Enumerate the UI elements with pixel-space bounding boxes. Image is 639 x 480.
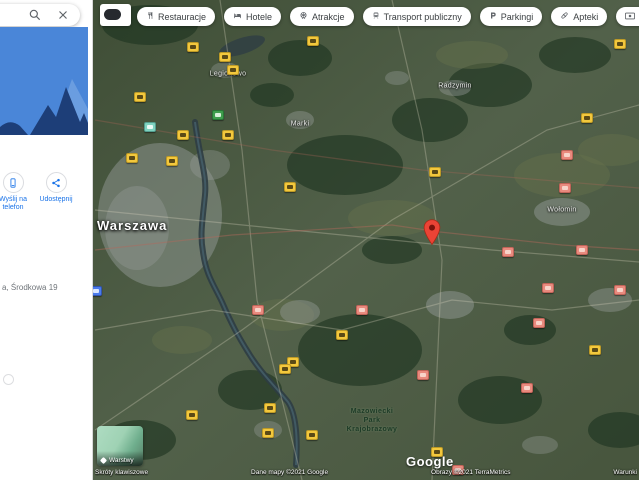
map-marker-yellow[interactable]	[166, 156, 178, 166]
map-marker-red[interactable]	[356, 305, 368, 315]
map-inset-toggle-glyph	[104, 9, 121, 20]
layers-icon	[99, 456, 108, 465]
attribution-item[interactable]: Skróty klawiszowe	[95, 469, 148, 476]
selected-place-pin-icon[interactable]	[423, 219, 441, 246]
send-to-phone-icon	[10, 177, 16, 188]
share-icon	[52, 178, 60, 187]
map-marker-yellow[interactable]	[134, 92, 146, 102]
city-label-warszawa: Warszawa	[97, 218, 168, 233]
town-label: Wołomin	[547, 206, 577, 214]
map-marker-red[interactable]	[614, 285, 626, 295]
map-marker-yellow[interactable]	[307, 36, 319, 46]
map-attribution-bar: Skróty klawiszowe Dane mapy ©2021 Google O…	[95, 469, 637, 476]
map-marker-yellow[interactable]	[581, 113, 593, 123]
map-marker-yellow[interactable]	[177, 130, 189, 140]
send-to-phone-label: Wyślij na telefon	[0, 196, 27, 211]
search-icon[interactable]	[28, 8, 42, 22]
town-label: Radzymin	[438, 82, 472, 90]
atm-icon	[625, 12, 636, 22]
place-photo-placeholder[interactable]	[0, 27, 88, 135]
chip-label: Apteki	[573, 11, 599, 22]
chip-label: Atrakcje	[312, 11, 345, 22]
map-marker-red[interactable]	[521, 383, 533, 393]
map-marker-yellow[interactable]	[186, 410, 198, 420]
map-marker-yellow[interactable]	[187, 42, 199, 52]
map-marker-yellow[interactable]	[429, 167, 441, 177]
chip-label: Restauracje	[158, 11, 207, 22]
map-marker-yellow[interactable]	[222, 130, 234, 140]
chip-label: Parkingi	[500, 11, 534, 22]
map-marker-red[interactable]	[252, 305, 264, 315]
parking-icon	[489, 11, 497, 22]
park-area-label: Mazowiecki Park Krajobrazowy	[346, 408, 398, 433]
map-marker-yellow[interactable]	[264, 403, 276, 413]
layers-label: Warstwy	[109, 457, 134, 464]
chip-hotel[interactable]: Hotele	[224, 7, 282, 26]
map-marker-yellow[interactable]	[227, 65, 239, 75]
google-logo: Google	[406, 454, 454, 469]
partial-detail-icon	[3, 374, 14, 385]
map-marker-teal[interactable]	[144, 122, 156, 132]
map-marker-yellow[interactable]	[279, 364, 291, 374]
map-marker-yellow[interactable]	[306, 430, 318, 440]
map-marker-red[interactable]	[533, 318, 545, 328]
map-marker-red[interactable]	[417, 370, 429, 380]
hotel-icon	[233, 11, 242, 22]
attribution-item[interactable]: Obrazy ©2021 TerraMetrics	[431, 469, 510, 476]
map-marker-yellow[interactable]	[589, 345, 601, 355]
map-marker-red[interactable]	[561, 150, 573, 160]
map-marker-yellow[interactable]	[126, 153, 138, 163]
pharmacy-icon	[560, 11, 569, 22]
attribution-item[interactable]: Dane mapy ©2021 Google	[251, 469, 328, 476]
map-marker-yellow[interactable]	[284, 182, 296, 192]
map-marker-yellow[interactable]	[614, 39, 626, 49]
map-marker-green[interactable]	[212, 110, 224, 120]
map-inset-toggle-button[interactable]	[100, 4, 131, 26]
google-maps-window: Restauracje Hotele Atrakcje Transport publi…	[0, 0, 639, 480]
map-marker-red[interactable]	[502, 247, 514, 257]
chip-attractions[interactable]: Atrakcje	[290, 7, 354, 26]
layers-minimap-button[interactable]: Warstwy	[97, 426, 143, 466]
category-chips-toolbar: Restauracje Hotele Atrakcje Transport publi…	[137, 7, 639, 26]
chip-restaurant[interactable]: Restauracje	[137, 7, 216, 26]
chip-label: Hotele	[246, 11, 273, 22]
restaurant-icon	[146, 11, 154, 22]
share-button[interactable]: Udostępnij	[36, 172, 76, 204]
place-address: a, Środkowa 19	[2, 283, 58, 292]
attribution-item[interactable]: Warunki	[613, 469, 637, 476]
map-marker-yellow[interactable]	[219, 52, 231, 62]
chip-atm[interactable]: Bankomaty	[616, 7, 639, 26]
chip-transit[interactable]: Transport publiczny	[362, 7, 471, 26]
attractions-icon	[299, 11, 308, 22]
share-label: Udostępnij	[39, 196, 73, 203]
place-panel-sidebar: Wyślij na telefon Udostępnij a, Środkowa…	[0, 0, 93, 480]
map-marker-yellow[interactable]	[336, 330, 348, 340]
chip-parking[interactable]: Parkingi	[479, 7, 543, 26]
chip-pharmacy[interactable]: Apteki	[551, 7, 608, 26]
map-marker-yellow[interactable]	[262, 428, 274, 438]
send-to-phone-button[interactable]: Wyślij na telefon	[0, 172, 33, 212]
town-label: Marki	[290, 120, 310, 128]
map-marker-red[interactable]	[542, 283, 554, 293]
close-search-icon[interactable]	[56, 8, 70, 22]
map-marker-red[interactable]	[576, 245, 588, 255]
transit-icon	[372, 11, 380, 22]
search-bar[interactable]	[0, 4, 80, 26]
map-marker-red[interactable]	[559, 183, 571, 193]
chip-label: Transport publiczny	[383, 11, 462, 22]
